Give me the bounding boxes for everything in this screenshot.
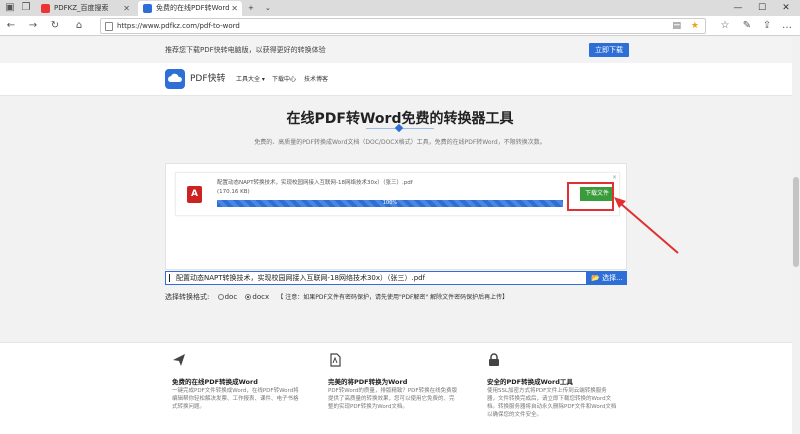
pdfkz-favicon-icon [143,4,152,13]
home-icon[interactable]: ⌂ [72,19,86,33]
tab-actions-icon[interactable]: ▣ [3,1,17,15]
highlight-box [567,182,614,211]
format-label: 选择转换格式: [165,293,210,301]
tab-close-icon[interactable]: ✕ [123,1,130,16]
feature-title: 免费的在线PDF转换成Word [172,378,258,386]
new-tab-button[interactable]: + [244,1,260,16]
refresh-icon[interactable]: ↻ [48,19,62,33]
site-header: PDF快转 工具大全 ▾ 下载中心 技术博客 [0,63,800,96]
tab-baidu-search[interactable]: PDFKZ_百度搜索 ✕ [36,1,134,16]
pdf-document-icon [330,353,341,367]
minimize-button[interactable]: — [726,0,750,16]
tab-strip: ▣ ❐ PDFKZ_百度搜索 ✕ 免费的在线PDF转Word ✕ + ⌄ — ☐… [0,0,800,16]
promo-text: 推荐您下载PDF快转电脑版，以获得更好的转换体验 [165,46,326,54]
format-row: 选择转换格式: doc docx 【 注意：如果PDF文件有密码保护，请先使用"… [165,291,508,303]
favorites-icon[interactable]: ☆ [718,19,732,33]
feature-desc: 一键完成PDF文件转换成Word，在线PDF转Word将编辑帮你轻松解决发票、工… [172,388,299,410]
password-note: 【 注意：如果PDF文件有密码保护，请先使用"PDF解密" 解除文件密码保护后再… [277,294,509,301]
feature-title: 完美的将PDF转换为Word [328,378,408,386]
progress-label: 100% [382,200,398,206]
share-icon[interactable]: ⇪ [760,19,774,33]
tab-label: PDFKZ_百度搜索 [54,4,109,12]
reading-list-icon[interactable]: ✎ [740,19,754,33]
progress-bar: 100% [217,200,563,207]
more-icon[interactable]: … [780,19,794,33]
back-icon[interactable]: ← [4,19,18,33]
favorite-star-icon[interactable]: ★ [691,19,699,33]
cloud-logo-icon[interactable] [165,69,185,89]
annotation-arrow-icon [614,197,679,254]
upload-panel: A 配置动态NAPT转换技术，实现校园网接入互联网-18网络技术30x）（张三）… [165,163,627,270]
feature-desc: 使用SSL加密方式将PDF文件上传到云端转换服务器，文件转换完成后，请立即下载您… [487,388,617,418]
baidu-favicon-icon [41,4,50,13]
pdf-file-icon: A [187,186,202,203]
text-cursor [169,274,170,282]
site-logo-text[interactable]: PDF快转 [190,63,226,96]
tab-close-icon[interactable]: ✕ [231,1,238,16]
feature-desc: PDF转Word的质量，排版精致？PDF转换在线免费版提供了高质量的转换效果，您… [328,388,458,410]
read-mode-icon[interactable]: ▤ [672,19,681,33]
lock-icon [105,22,113,31]
remove-file-icon[interactable]: × [612,174,617,181]
lock-icon [489,353,499,366]
nav-tech-blog[interactable]: 技术博客 [304,63,328,96]
tab-pdf-to-word[interactable]: 免费的在线PDF转Word ✕ [138,1,242,16]
option-docx[interactable]: docx [252,293,269,301]
feature-title: 安全的PDF转换成Word工具 [487,378,573,386]
url-text: https://www.pdfkz.com/pdf-to-word [117,22,240,30]
address-input[interactable]: https://www.pdfkz.com/pdf-to-word ▤ ★ [100,18,706,34]
option-doc[interactable]: doc [225,293,238,301]
promo-strip: 推荐您下载PDF快转电脑版，以获得更好的转换体验 立即下载 [0,37,800,63]
radio-docx[interactable] [245,294,252,300]
page-scrollbar[interactable] [792,37,800,434]
forward-icon[interactable]: → [26,19,40,33]
tab-label: 免费的在线PDF转Word [156,4,230,12]
features-section: 免费的在线PDF转换成Word 一键完成PDF文件转换成Word，在线PDF转W… [0,342,800,434]
paper-plane-icon [173,354,185,366]
close-window-button[interactable]: ✕ [774,0,798,16]
tab-dropdown-icon[interactable]: ⌄ [262,1,276,16]
file-size: (170.16 KB) [217,189,250,195]
nav-tools[interactable]: 工具大全 ▾ [236,63,265,96]
file-item: A 配置动态NAPT转换技术，实现校园网接入互联网-18网络技术30x）（张三）… [175,172,620,216]
radio-doc[interactable] [217,294,224,300]
tab-list-icon[interactable]: ❐ [19,1,33,15]
nav-download-center[interactable]: 下载中心 [272,63,296,96]
file-path-text: 配置动态NAPT转换技术，实现校园网接入互联网-18网络技术30x）（张三）.p… [176,274,426,282]
address-bar-row: ← → ↻ ⌂ https://www.pdfkz.com/pdf-to-wor… [0,16,800,36]
download-now-button[interactable]: 立即下载 [589,43,629,57]
choose-file-button[interactable]: 📂 选择... [587,271,627,285]
scrollbar-thumb[interactable] [793,177,799,267]
file-path-input[interactable]: 配置动态NAPT转换技术，实现校园网接入互联网-18网络技术30x）（张三）.p… [165,271,587,285]
file-name: 配置动态NAPT转换技术，实现校园网接入互联网-18网络技术30x）（张三）.p… [217,180,413,186]
page-subtitle: 免费的、高质量的PDF转换成Word文档（DOC/DOCX格式）工具，免费的在线… [254,139,546,146]
maximize-button[interactable]: ☐ [750,0,774,16]
